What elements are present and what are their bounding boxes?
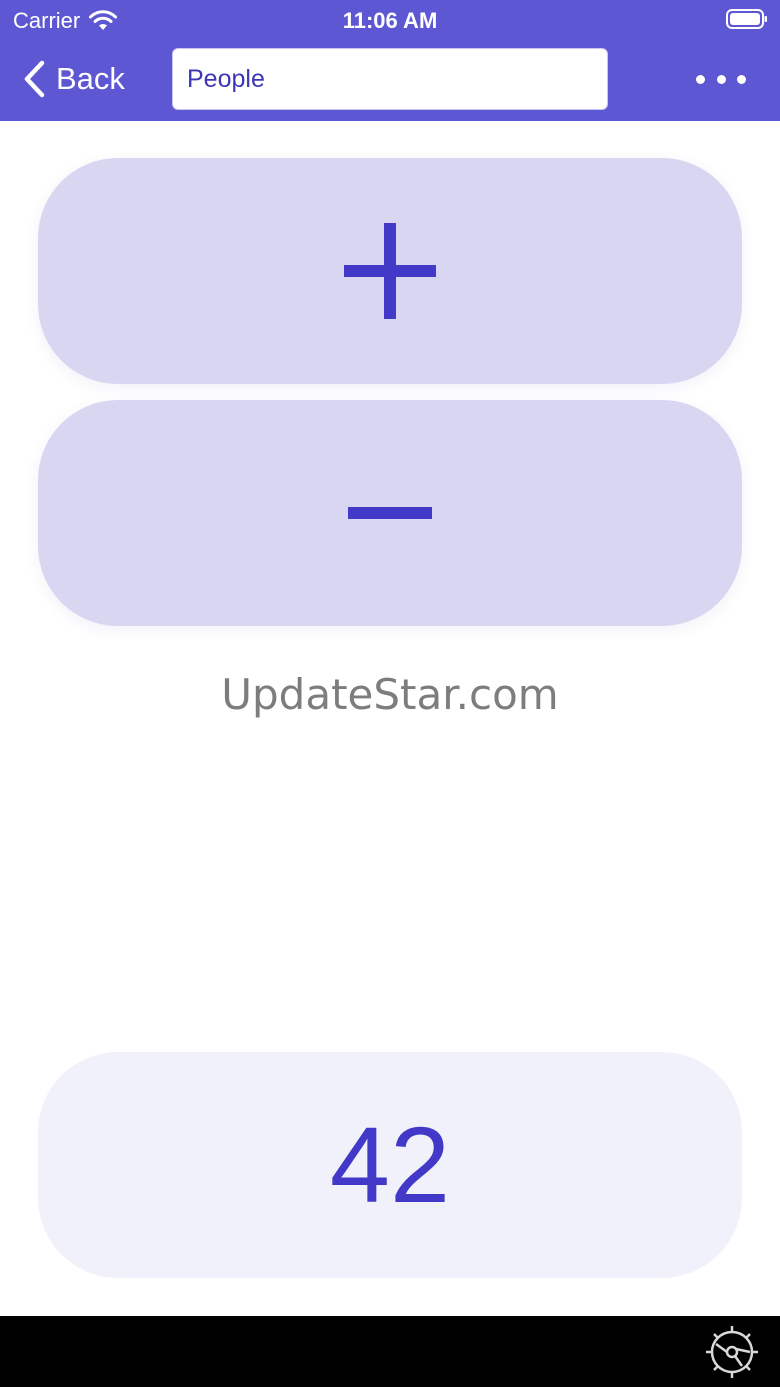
ellipsis-icon xyxy=(716,74,726,84)
ellipsis-icon xyxy=(696,74,705,84)
counter-display: 42 xyxy=(38,1052,742,1278)
status-bar: Carrier 11:06 AM xyxy=(0,0,780,40)
ellipsis-icon xyxy=(737,74,746,84)
watermark-text: UpdateStar.com xyxy=(221,670,559,719)
back-button[interactable]: Back xyxy=(22,56,125,102)
battery-icon xyxy=(726,9,767,29)
more-options-button[interactable] xyxy=(696,64,746,94)
minus-icon xyxy=(348,507,432,519)
plus-icon xyxy=(344,223,436,319)
counter-value: 42 xyxy=(329,1104,451,1225)
back-label: Back xyxy=(56,61,125,96)
header: Carrier 11:06 AM Back xyxy=(0,0,780,121)
increment-button[interactable] xyxy=(38,158,742,384)
bottom-bar xyxy=(0,1316,780,1387)
chevron-left-icon xyxy=(24,60,45,98)
gear-icon[interactable] xyxy=(702,1322,762,1382)
search-input[interactable] xyxy=(172,48,608,110)
nav-bar: Back xyxy=(0,40,780,121)
status-time: 11:06 AM xyxy=(342,8,438,33)
decrement-button[interactable] xyxy=(38,400,742,626)
